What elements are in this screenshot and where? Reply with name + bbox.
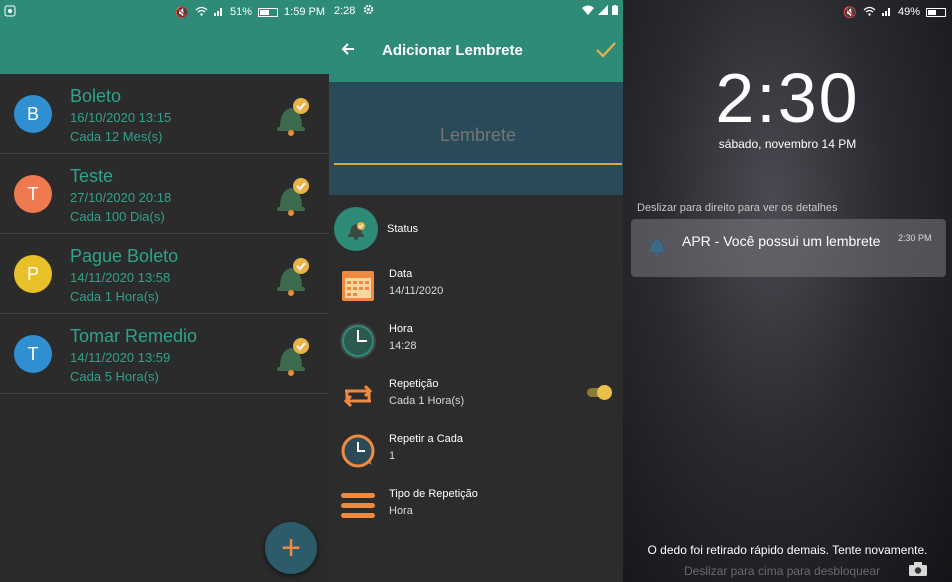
repeat-icon	[339, 377, 377, 415]
repeat-every-value: 1	[389, 450, 396, 462]
camera-icon[interactable]	[909, 562, 927, 576]
date-label: Data	[389, 268, 413, 280]
repeat-value: Cada 1 Hora(s)	[389, 395, 465, 407]
repeat-every-label: Repetir a Cada	[389, 433, 463, 445]
battery-percent: 49%	[897, 6, 920, 18]
repeat-every-row[interactable]: Repetir a Cada 1	[329, 430, 623, 480]
list-item[interactable]: B Boleto 16/10/2020 13:15 Cada 12 Mes(s)	[0, 74, 329, 154]
reminder-title: Pague Boleto	[70, 246, 179, 266]
notification-card[interactable]: APR - Você possui um lembrete 2:30 PM	[631, 219, 946, 277]
battery-icon	[258, 7, 279, 17]
signal-icon	[598, 4, 608, 18]
reminder-date: 16/10/2020 13:15	[70, 110, 172, 125]
reminder-date: 14/11/2020 13:59	[70, 350, 171, 365]
unlock-hint: Deslizar para cima para desbloquear	[684, 564, 881, 578]
reminder-title: Boleto	[70, 86, 122, 106]
add-reminder-button[interactable]: +	[265, 522, 317, 574]
status-bell-icon[interactable]	[334, 207, 378, 251]
status-label: Status	[387, 223, 419, 235]
list-item[interactable]: P Pague Boleto 14/11/2020 13:58 Cada 1 Hora…	[0, 234, 329, 314]
bell-check-icon[interactable]	[270, 254, 314, 298]
lock-date: sábado, novembro 14 PM	[718, 137, 857, 151]
add-reminder-screen: 2:28 Adicionar Lembrete Lembrete Status …	[329, 0, 623, 582]
battery-icon	[612, 4, 618, 18]
status-bar: 🔇 51% 1:59 PM	[0, 0, 329, 24]
lock-clock: 2:30	[715, 59, 860, 137]
wifi-icon	[195, 6, 208, 19]
avatar: B	[14, 95, 52, 133]
swipe-hint: Deslizar para direito para ver os detalh…	[637, 202, 838, 214]
avatar: T	[14, 335, 52, 373]
avatar: P	[14, 255, 52, 293]
repeat-row[interactable]: Repetição Cada 1 Hora(s)	[329, 375, 623, 425]
reminder-list: B Boleto 16/10/2020 13:15 Cada 12 Mes(s) T Te…	[0, 74, 329, 394]
bell-check-icon[interactable]	[270, 94, 314, 138]
list-item[interactable]: T Tomar Remedio 14/11/2020 13:59 Cada 5 Hor…	[0, 314, 329, 394]
time-value: 14:28	[389, 340, 417, 352]
repeat-type-value: Hora	[389, 505, 413, 517]
date-row[interactable]: Data 14/11/2020	[329, 265, 623, 315]
settings-icon	[363, 4, 374, 18]
repeat-clock-icon	[339, 432, 377, 470]
repeat-toggle[interactable]	[587, 385, 613, 400]
status-bar: 🔇 49%	[623, 0, 952, 24]
list-item[interactable]: T Teste 27/10/2020 20:18 Cada 100 Dia(s)	[0, 154, 329, 234]
bell-check-icon[interactable]	[270, 334, 314, 378]
mute-icon: 🔇	[843, 6, 857, 19]
reminder-repeat: Cada 12 Mes(s)	[70, 129, 163, 144]
notification-title: APR - Você possui um lembrete	[682, 233, 881, 249]
avatar: T	[14, 175, 52, 213]
back-arrow-icon[interactable]	[341, 40, 355, 61]
confirm-check-icon[interactable]	[595, 38, 617, 66]
reminder-date: 27/10/2020 20:18	[70, 190, 172, 205]
battery-icon	[926, 7, 946, 17]
repeat-type-label: Tipo de Repetição	[389, 488, 478, 500]
battery-percent: 51%	[230, 6, 253, 18]
repeat-label: Repetição	[389, 378, 439, 390]
toolbar: Adicionar Lembrete	[329, 22, 623, 82]
notification-time: 2:30 PM	[898, 233, 932, 243]
reminder-title: Tomar Remedio	[70, 326, 198, 346]
repeat-type-row[interactable]: Tipo de Repetição Hora	[329, 485, 623, 535]
mute-icon: 🔇	[175, 6, 189, 19]
reminder-repeat: Cada 100 Dia(s)	[70, 209, 165, 224]
reminder-repeat: Cada 1 Hora(s)	[70, 289, 159, 304]
calendar-icon	[339, 267, 377, 305]
bell-check-icon[interactable]	[270, 174, 314, 218]
time-label: Hora	[389, 323, 413, 335]
page-title: Adicionar Lembrete	[382, 42, 523, 59]
clock-icon	[339, 322, 377, 360]
bell-icon	[645, 233, 669, 257]
signal-icon	[881, 6, 892, 19]
app-notification-icon	[4, 5, 16, 20]
reminder-title: Teste	[70, 166, 114, 186]
status-time: 2:28	[334, 5, 356, 17]
reminder-repeat: Cada 5 Hora(s)	[70, 369, 159, 384]
wifi-icon	[582, 5, 594, 18]
fingerprint-message: O dedo foi retirado rápido demais. Tente…	[647, 543, 928, 557]
time-row[interactable]: Hora 14:28	[329, 320, 623, 370]
wifi-icon	[863, 6, 876, 19]
date-value: 14/11/2020	[389, 285, 444, 297]
signal-icon	[214, 6, 224, 19]
status-time: 1:59 PM	[284, 6, 325, 18]
list-lines-icon	[339, 487, 377, 525]
reminder-list-screen: 🔇 51% 1:59 PM B Boleto 16/10/2020 13:15 Cad…	[0, 0, 329, 582]
reminder-input-area	[329, 82, 623, 195]
status-row[interactable]: Status	[329, 205, 623, 255]
status-bar: 2:28	[329, 0, 623, 22]
app-bar	[0, 24, 329, 74]
reminder-date: 14/11/2020 13:58	[70, 270, 171, 285]
lock-screen: 🔇 49% 2:30 sábado, novembro 14 PM Desliz…	[623, 0, 952, 582]
reminder-title-input[interactable]	[334, 107, 622, 165]
